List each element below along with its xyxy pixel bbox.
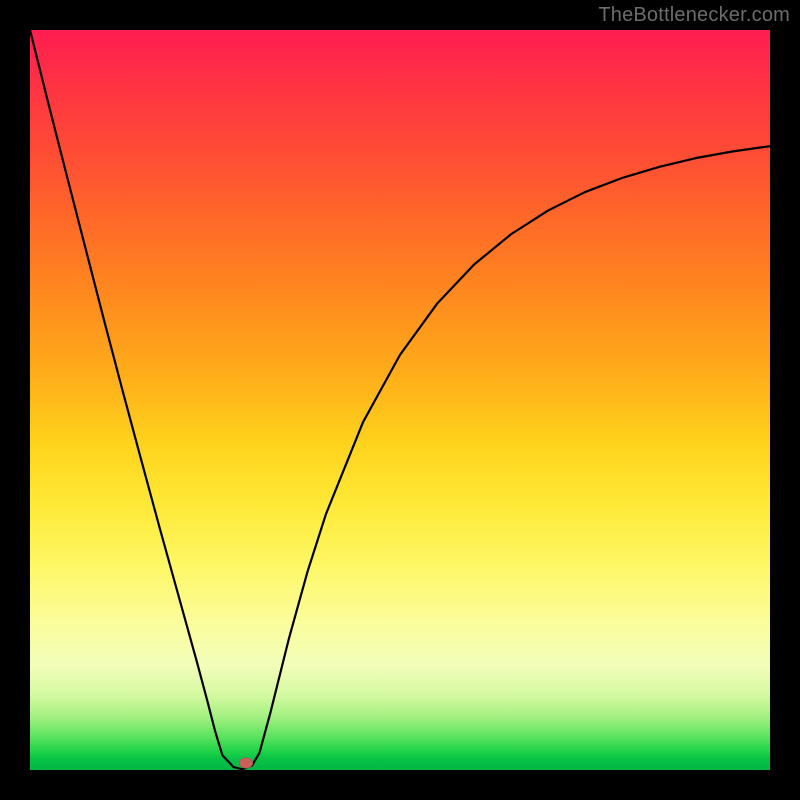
watermark-text: TheBottlenecker.com: [598, 4, 790, 27]
rainbow-gradient-bg: [30, 30, 770, 770]
vertex-marker: [239, 758, 253, 769]
plot-area: [30, 30, 770, 770]
chart-frame: TheBottlenecker.com: [0, 0, 800, 800]
